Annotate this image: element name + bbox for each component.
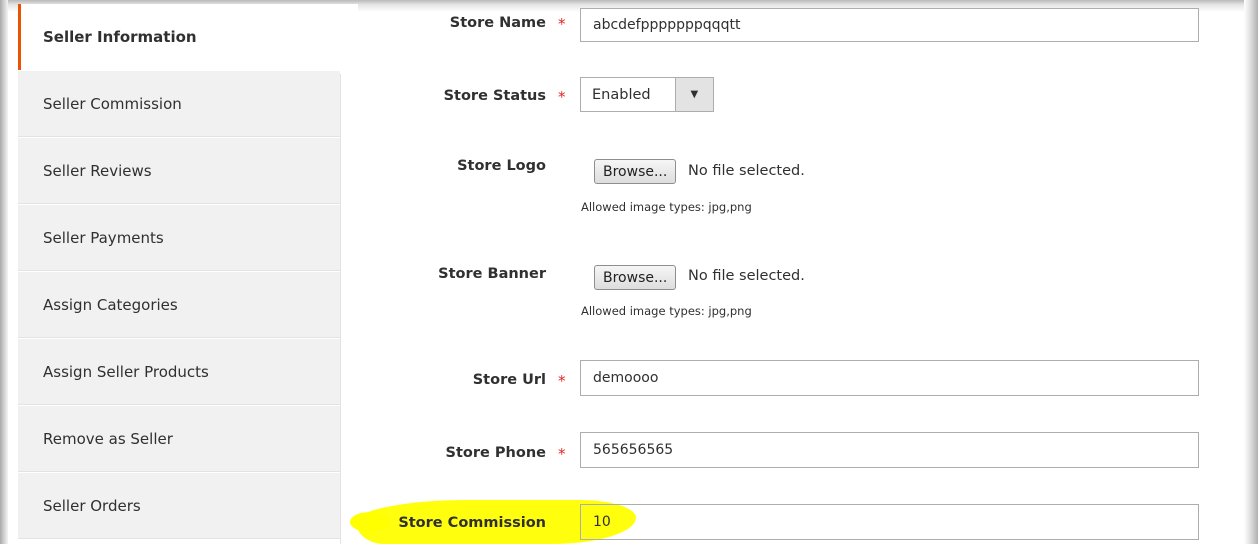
window-frame-right bbox=[1244, 0, 1258, 544]
tab-label: Assign Seller Products bbox=[43, 362, 209, 381]
tab-seller-information[interactable]: Seller Information bbox=[18, 4, 358, 70]
sidebar-divider bbox=[340, 74, 341, 544]
window-frame-left bbox=[0, 0, 8, 544]
tab-seller-reviews[interactable]: Seller Reviews bbox=[18, 138, 340, 204]
tab-assign-seller-products[interactable]: Assign Seller Products bbox=[18, 339, 340, 405]
tab-label: Remove as Seller bbox=[43, 429, 173, 448]
tab-label: Seller Orders bbox=[43, 496, 141, 515]
store-banner-note: Allowed image types: jpg,png bbox=[581, 304, 752, 318]
store-logo-file-status: No file selected. bbox=[688, 163, 805, 179]
store-banner-label: Store Banner bbox=[438, 266, 546, 282]
store-url-input[interactable] bbox=[580, 360, 1199, 396]
store-phone-input[interactable] bbox=[580, 432, 1199, 468]
required-marker: * bbox=[558, 372, 566, 390]
tab-assign-categories[interactable]: Assign Categories bbox=[18, 272, 340, 338]
store-logo-note: Allowed image types: jpg,png bbox=[581, 200, 752, 214]
required-marker: * bbox=[558, 445, 566, 463]
store-url-label: Store Url bbox=[472, 372, 546, 388]
store-status-select[interactable]: Enabled ▼ bbox=[580, 77, 714, 112]
store-name-input[interactable] bbox=[580, 8, 1199, 42]
store-logo-label: Store Logo bbox=[457, 158, 546, 174]
required-marker: * bbox=[558, 15, 566, 33]
yellow-highlight-tail bbox=[350, 512, 390, 532]
seller-sidebar: Seller Information Seller Commission Sel… bbox=[18, 4, 358, 544]
tab-label: Seller Information bbox=[43, 28, 197, 46]
store-commission-input[interactable] bbox=[580, 504, 1199, 540]
store-banner-browse-button[interactable]: Browse... bbox=[594, 265, 677, 290]
store-banner-file-status: No file selected. bbox=[688, 268, 805, 284]
required-marker: * bbox=[558, 88, 566, 106]
store-status-value: Enabled bbox=[581, 78, 676, 111]
store-name-label: Store Name bbox=[449, 15, 546, 31]
tab-label: Seller Payments bbox=[43, 228, 164, 247]
tab-label: Seller Reviews bbox=[43, 161, 152, 180]
chevron-down-icon: ▼ bbox=[675, 78, 713, 111]
tab-seller-payments[interactable]: Seller Payments bbox=[18, 205, 340, 271]
tab-remove-as-seller[interactable]: Remove as Seller bbox=[18, 406, 340, 472]
store-phone-label: Store Phone bbox=[445, 445, 546, 461]
tab-seller-commission[interactable]: Seller Commission bbox=[18, 71, 340, 137]
tab-label: Assign Categories bbox=[43, 295, 178, 314]
store-status-label: Store Status bbox=[443, 88, 546, 104]
tab-label: Seller Commission bbox=[43, 94, 182, 113]
store-logo-browse-button[interactable]: Browse... bbox=[594, 159, 677, 184]
store-commission-label: Store Commission bbox=[398, 515, 546, 531]
tab-seller-orders[interactable]: Seller Orders bbox=[18, 473, 340, 539]
